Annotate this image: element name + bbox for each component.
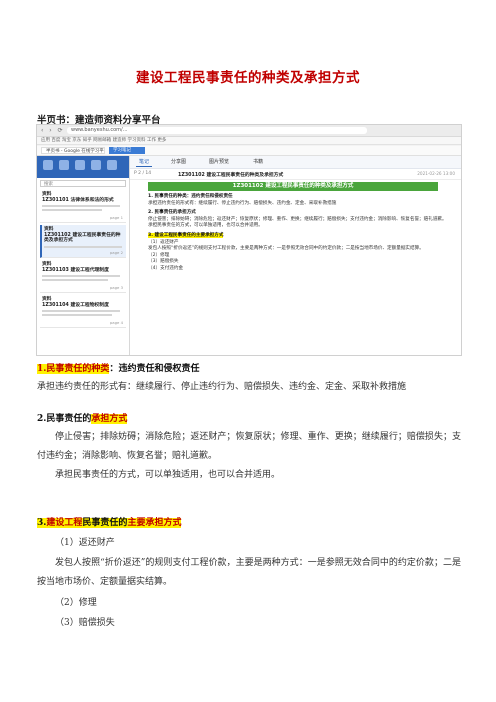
screenshot-breadcrumb: P 2 / 14 1Z301102 建设工程民事责任的种类及承担方式 2021-… — [130, 169, 461, 180]
screenshot-toolbar: 笔记 分享图 图片预览 书籍 — [130, 156, 461, 169]
doc-text: 承担违约责任的形式有：继续履行、停止违约行为、赔偿损失、违约金、定金、采取补救措… — [148, 200, 337, 206]
library-icon — [59, 160, 69, 170]
share-tab: 分享图 — [171, 159, 187, 165]
doc-text: （4）支付违约金 — [148, 265, 184, 271]
item-name: 1Z301104 建设工程物权制度 — [42, 302, 109, 308]
breadcrumb-title: 1Z301102 建设工程民事责任的种类及承担方式 — [178, 173, 284, 178]
browser-nav-icons: ‹ › ⟳ — [41, 127, 65, 134]
user-icon — [107, 160, 117, 170]
section-number: 3. — [37, 518, 47, 528]
section-3-item-3: （3）赔偿损失 — [55, 618, 115, 628]
doc-heading-3: 3. 建设工程民事责任的主要承担方式 — [148, 232, 224, 238]
section-title-rest: 违约责任和侵权责任 — [118, 364, 200, 374]
share-icon — [91, 160, 101, 170]
section-2-text-2: 承担民事责任的方式，可以单独适用，也可以合并适用。 — [55, 470, 281, 480]
section-keyword-1: 建设工程 — [46, 518, 83, 528]
section-title-mid: 民事责任的 — [82, 518, 128, 528]
section-3-item-2: （2）修理 — [55, 598, 97, 608]
section-3-heading: 3.建设工程民事责任的主要承担方式 — [37, 514, 182, 533]
page: 建设工程民事责任的种类及承担方式 半页书：建造师资料分享平台 ‹ › ⟳ www… — [0, 0, 496, 702]
browser-tab-active: 学习笔记 — [109, 147, 145, 154]
section-2-heading: 2.民事责任的承担方式 — [37, 410, 128, 429]
section-keyword: 民事责任的种类 — [46, 364, 110, 374]
item-meta: page 4 — [109, 320, 123, 325]
screenshot-sidebar: 搜索 资料 1Z301101 法律体系和法的形式 page 1 资料 1Z301… — [37, 156, 130, 355]
doc-text: （3）赔偿损失 — [148, 259, 179, 265]
sidebar-item: 资料 1Z301104 建设工程物权制度 page 4 — [40, 295, 126, 328]
section-keyword-2: 主要承担方式 — [127, 518, 182, 528]
image-preview-tab: 图片预览 — [209, 159, 230, 165]
doc-text: 承担民事责任的方式，可以单独适用，也可以合并适用。 — [148, 223, 263, 229]
breadcrumb-date: 2021-02-26 13:00 — [417, 171, 455, 176]
doc-heading-1: 1. 民事责任的种类：违约责任和侵权责任 — [148, 194, 233, 199]
item-meta: page 2 — [109, 250, 123, 255]
notes-icon — [75, 160, 85, 170]
item-name: 1Z301103 建设工程代理制度 — [42, 267, 109, 273]
address-bar: www.banyeshu.com/... — [67, 127, 367, 134]
sidebar-header — [37, 156, 129, 178]
browser-tab: 半页书 - Google 在线学习平台 — [41, 147, 105, 154]
embedded-screenshot: ‹ › ⟳ www.banyeshu.com/... 应用 百度 淘宝 京东 知… — [36, 124, 462, 356]
section-1-heading: 1.民事责任的种类：违约责任和侵权责任 — [37, 360, 199, 379]
browser-toolbar: ‹ › ⟳ www.banyeshu.com/... — [37, 125, 461, 137]
section-3-text: 发包人按照“折价返还”的规则支付工程价款，主要是两种方式：一是参照无效合同中的约… — [37, 558, 461, 587]
page-indicator: P 2 / 14 — [134, 171, 152, 176]
home-icon — [43, 160, 53, 170]
doc-text: （2）修理 — [148, 252, 170, 258]
sidebar-item: 资料 1Z301103 建设工程代理制度 page 3 — [40, 260, 126, 293]
books-tab: 书籍 — [253, 159, 264, 165]
section-1-text: 承担违约责任的形式有：继续履行、停止违约行为、赔偿损失、违约金、定金、采取补救措… — [37, 382, 407, 392]
section-3-item-1: （1）返还财产 — [55, 538, 115, 548]
sidebar-item-active: 资料 1Z301102 建设工程民事责任的种类及承担方式 page 2 — [40, 225, 126, 258]
document-title: 建设工程民事责任的种类及承担方式 — [136, 70, 360, 86]
section-number: 1. — [37, 364, 47, 374]
section-keyword: 承担方式 — [91, 414, 128, 424]
item-name: 1Z301102 建设工程民事责任的种类及承担方式 — [44, 232, 121, 244]
screenshot-main: 笔记 分享图 图片预览 书籍 P 2 / 14 1Z301102 建设工程民事责… — [130, 156, 461, 355]
browser-tabbar: 半页书 - Google 在线学习平台 学习笔记 — [37, 146, 461, 156]
screenshot-document: 1. 民事责任的种类：违约责任和侵权责任 承担违约责任的形式有：继续履行、停止违… — [148, 194, 448, 273]
sidebar-search: 搜索 — [40, 180, 126, 187]
item-name: 1Z301101 法律体系和法的形式 — [42, 197, 114, 203]
doc-text: 发包人按照“折价返还”的规则支付工程价款，主要是两种方式：一是参照无效合同中的约… — [148, 246, 424, 252]
item-meta: page 1 — [109, 215, 123, 220]
section-title: 2.民事责任的 — [37, 414, 92, 424]
sidebar-item: 资料 1Z301101 法律体系和法的形式 page 1 — [40, 190, 126, 223]
item-meta: page 3 — [109, 285, 123, 290]
notes-tab: 笔记 — [136, 158, 153, 167]
content-banner: 1Z301102 建设工程民事责任的种类及承担方式 — [148, 182, 438, 191]
section-2-text-1: 停止侵害；排除妨碍；消除危险；返还财产；恢复原状；修理、重作、更换；继续履行；赔… — [37, 432, 461, 461]
bookmarks-bar: 应用 百度 淘宝 京东 知乎 网易邮箱 建造师 学习资料 工作 更多 — [37, 137, 461, 145]
doc-heading-2: 2. 民事责任的承担方式 — [148, 210, 196, 216]
